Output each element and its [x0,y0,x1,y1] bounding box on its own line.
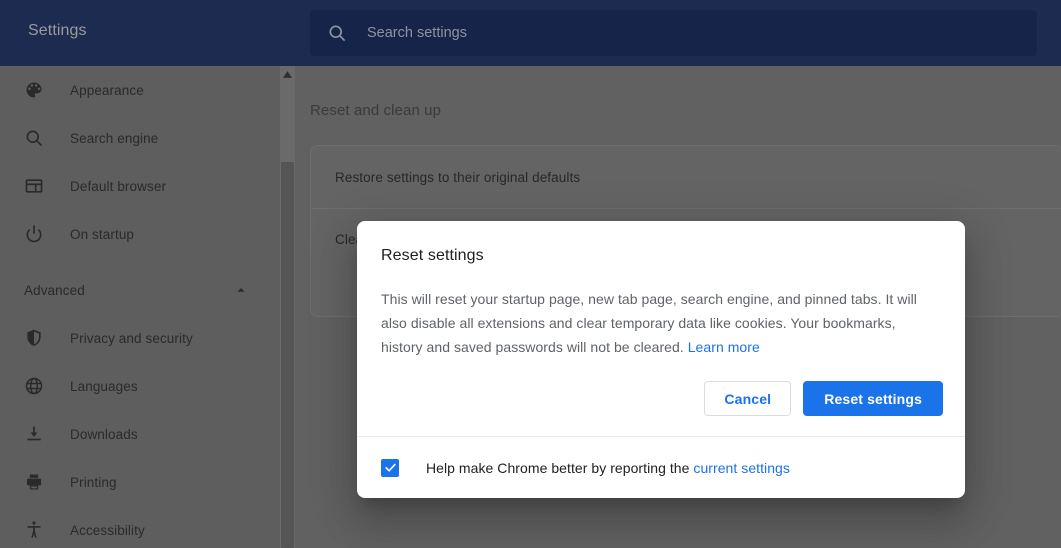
sidebar-item-label: Printing [70,475,117,490]
report-settings-label: Help make Chrome better by reporting the… [426,460,790,476]
chevron-up-icon [234,283,248,297]
sidebar-item-printing[interactable]: Printing [0,458,280,506]
sidebar-item-on-startup[interactable]: On startup [0,210,280,258]
shield-icon [24,328,44,348]
sidebar-item-search-engine[interactable]: Search engine [0,114,280,162]
search-settings-box[interactable]: Search settings [310,10,1037,56]
report-settings-checkbox[interactable] [381,459,399,477]
sidebar-scrollbar[interactable] [280,66,295,548]
sidebar-item-label: On startup [70,227,134,242]
sidebar-item-label: Default browser [70,179,166,194]
row-label: Restore settings to their original defau… [335,170,580,185]
reset-settings-button[interactable]: Reset settings [803,381,943,416]
browser-window-icon [24,176,44,196]
top-header-bar: Settings Search settings [0,0,1061,66]
printer-icon [24,472,44,492]
sidebar-item-accessibility[interactable]: Accessibility [0,506,280,548]
reset-settings-dialog: Reset settings This will reset your star… [357,221,965,498]
sidebar-item-privacy-and-security[interactable]: Privacy and security [0,314,280,362]
sidebar-nav-list: Appearance Search engine [0,66,280,548]
accessibility-icon [24,520,44,540]
learn-more-link[interactable]: Learn more [688,339,760,355]
scrollbar-thumb[interactable] [281,162,294,548]
sidebar-item-label: Search engine [70,131,158,146]
power-icon [24,224,44,244]
dialog-footer: Help make Chrome better by reporting the… [357,436,965,498]
current-settings-link[interactable]: current settings [693,460,790,476]
globe-icon [24,376,44,396]
report-settings-text: Help make Chrome better by reporting the [426,460,693,476]
row-restore-settings[interactable]: Restore settings to their original defau… [311,146,1061,208]
sidebar-item-label: Appearance [70,83,144,98]
search-icon [327,23,347,43]
sidebar-item-label: Privacy and security [70,331,193,346]
sidebar-item-languages[interactable]: Languages [0,362,280,410]
sidebar-group-label: Advanced [24,283,234,298]
dialog-description-text: This will reset your startup page, new t… [381,291,917,355]
sidebar-item-default-browser[interactable]: Default browser [0,162,280,210]
dialog-body: Reset settings This will reset your star… [357,221,965,359]
search-icon [24,128,44,148]
section-title: Reset and clean up [310,102,441,119]
sidebar-item-label: Accessibility [70,523,145,538]
sidebar-item-label: Downloads [70,427,138,442]
palette-icon [24,80,44,100]
sidebar-item-label: Languages [70,379,138,394]
settings-window: Settings Search settings [0,0,1061,548]
search-input[interactable]: Search settings [367,25,467,41]
cancel-button[interactable]: Cancel [704,381,791,416]
download-icon [24,424,44,444]
sidebar-group-advanced[interactable]: Advanced [0,266,280,314]
dialog-action-row: Cancel Reset settings [357,359,965,436]
settings-sidebar: Appearance Search engine [0,66,280,548]
page-title: Settings [28,22,87,40]
checkmark-icon [384,461,397,474]
sidebar-item-appearance[interactable]: Appearance [0,66,280,114]
dialog-description: This will reset your startup page, new t… [381,287,941,359]
scroll-up-arrow-icon[interactable] [280,66,295,82]
dialog-title: Reset settings [381,247,941,265]
sidebar-item-downloads[interactable]: Downloads [0,410,280,458]
